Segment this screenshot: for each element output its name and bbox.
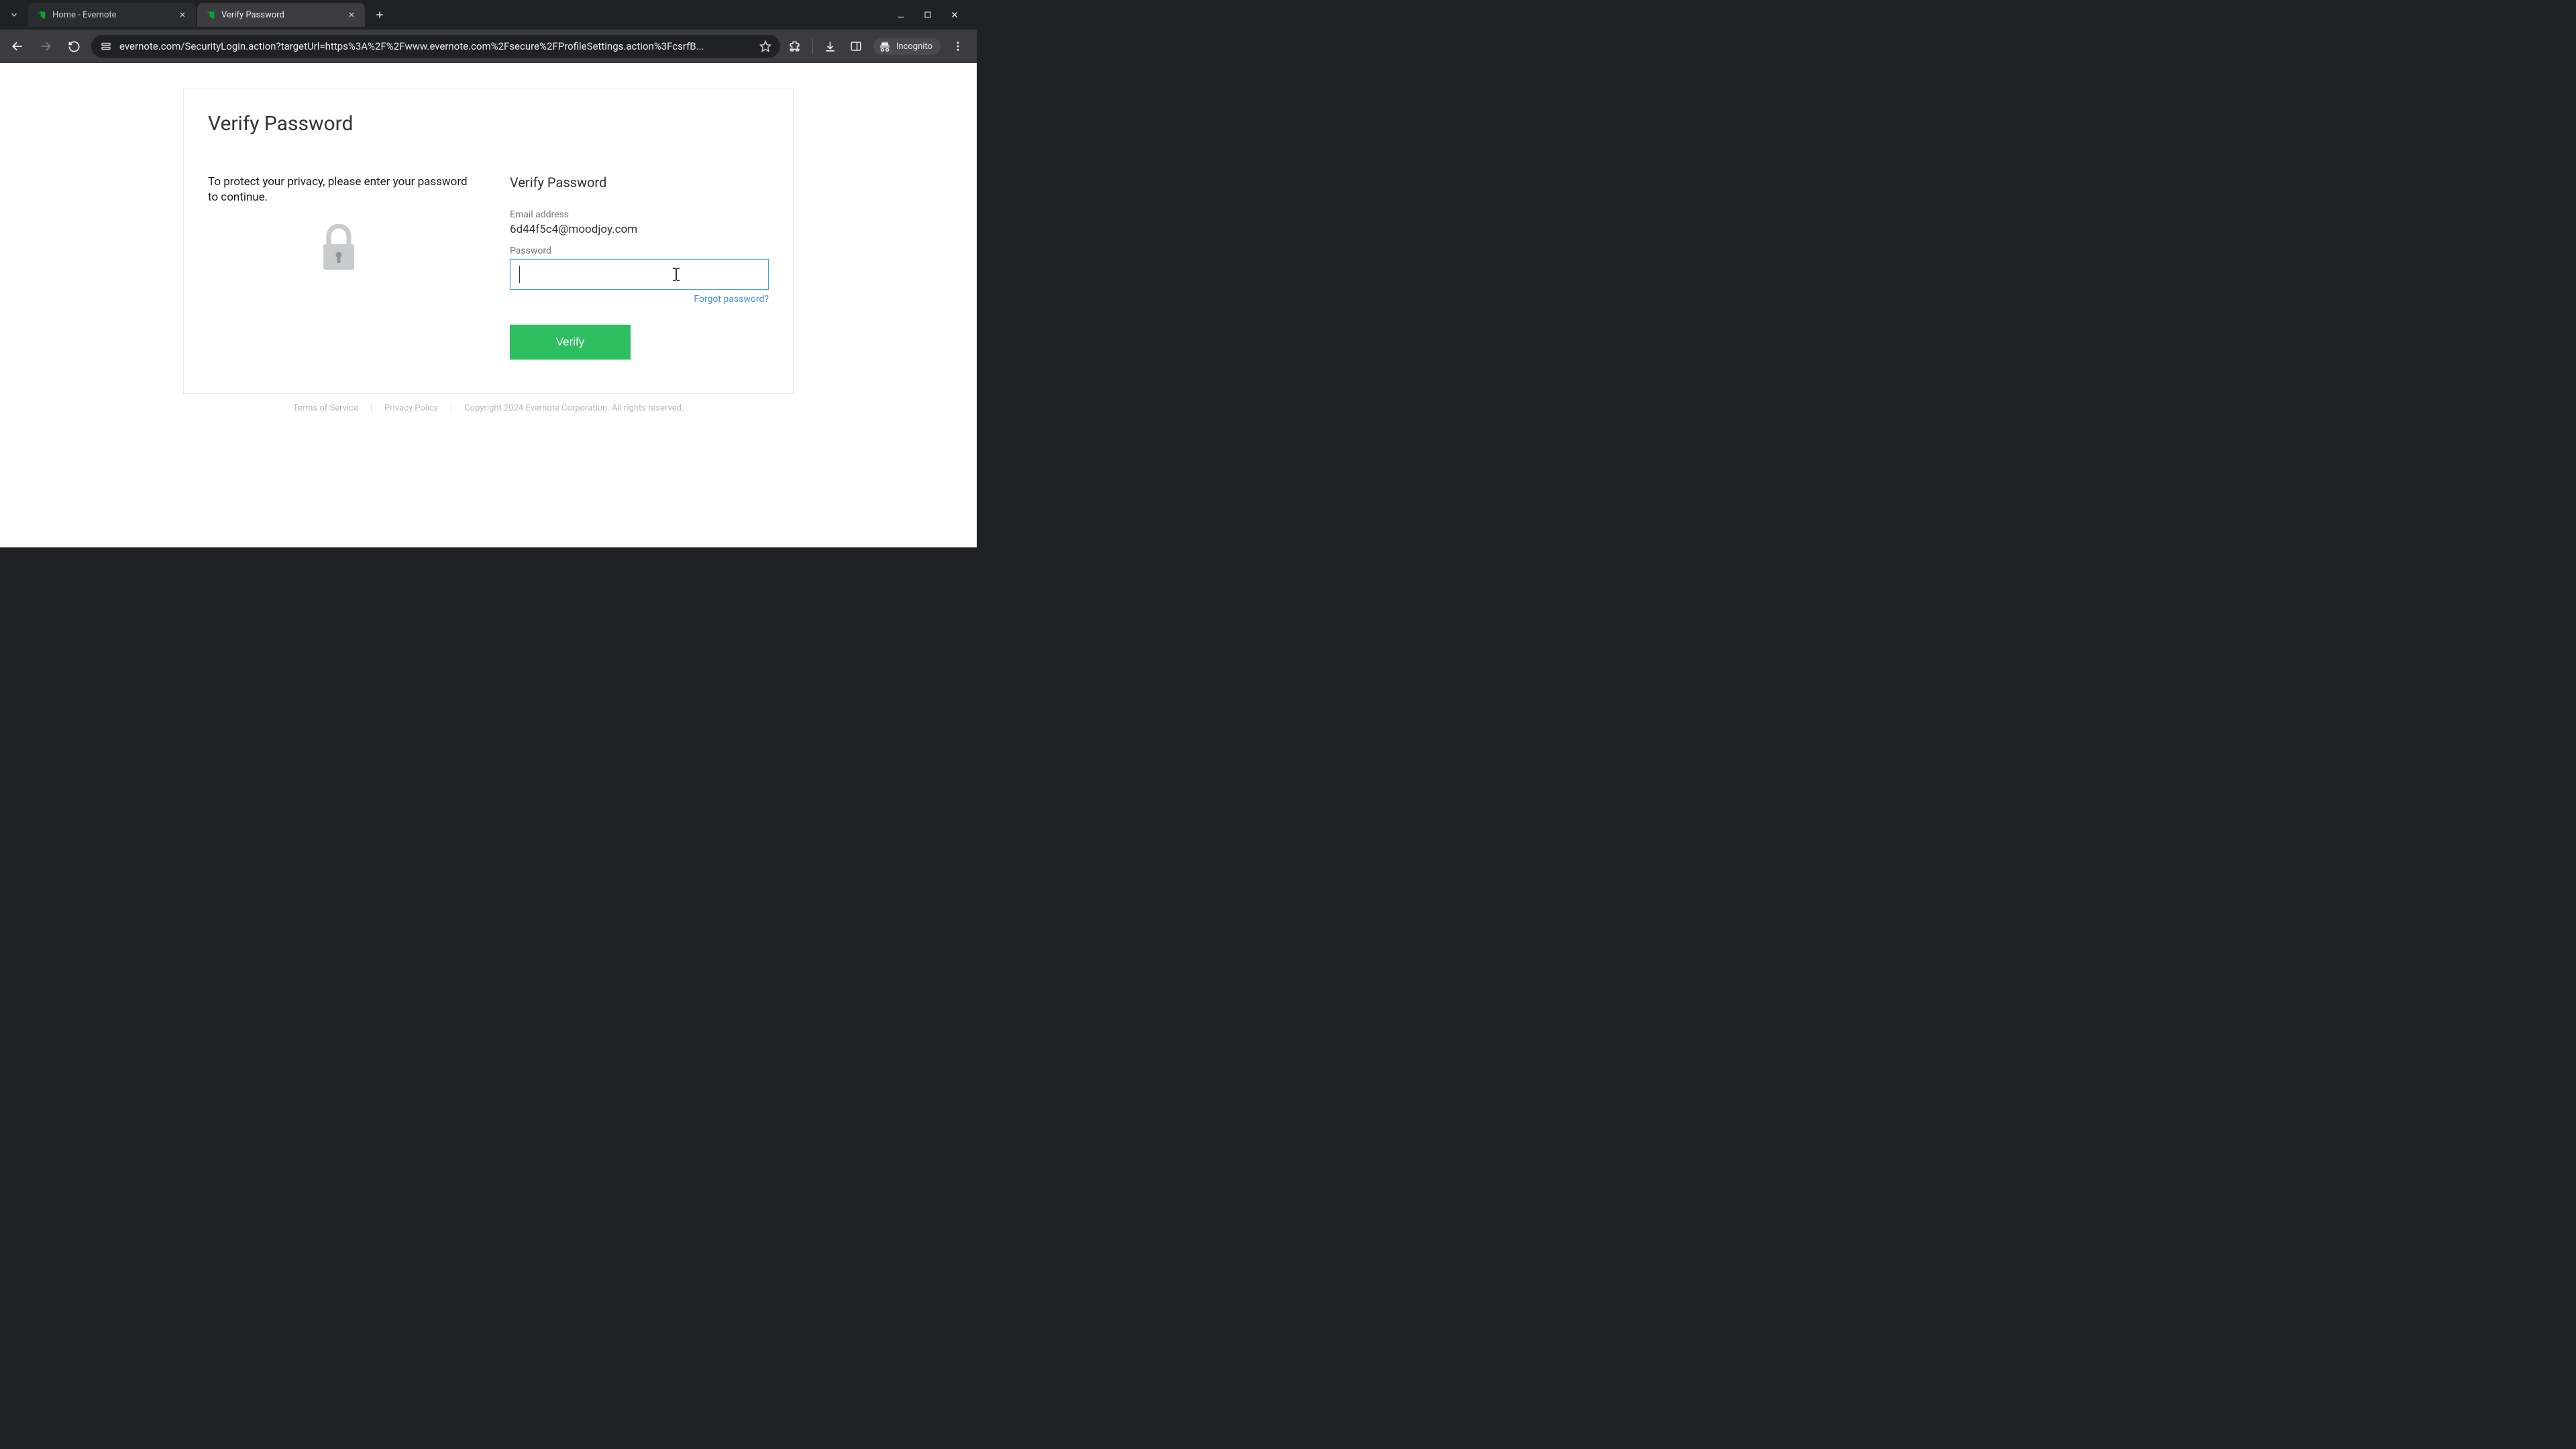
password-input[interactable] bbox=[510, 259, 769, 290]
page-viewport[interactable]: Verify Password To protect your privacy,… bbox=[0, 63, 977, 547]
close-window-button[interactable] bbox=[949, 9, 961, 21]
tab-title: Verify Password bbox=[221, 10, 341, 20]
close-icon[interactable] bbox=[177, 9, 188, 20]
divider bbox=[812, 39, 813, 54]
back-button[interactable] bbox=[7, 36, 28, 57]
verify-password-card: Verify Password To protect your privacy,… bbox=[183, 89, 794, 394]
tab-title: Home - Evernote bbox=[52, 10, 172, 20]
lock-icon bbox=[208, 219, 470, 272]
divider: | bbox=[370, 403, 372, 413]
forgot-password-link[interactable]: Forgot password? bbox=[510, 294, 769, 305]
privacy-link[interactable]: Privacy Policy bbox=[384, 403, 438, 413]
tab-strip: Home - Evernote Verify Password bbox=[0, 0, 977, 30]
url-text: evernote.com/SecurityLogin.action?target… bbox=[119, 40, 752, 52]
form-column: Verify Password Email address 6d44f5c4@m… bbox=[510, 174, 769, 360]
incognito-indicator[interactable]: Incognito bbox=[873, 38, 941, 55]
browser-chrome: Home - Evernote Verify Password bbox=[0, 0, 977, 63]
verify-button[interactable]: Verify bbox=[510, 325, 631, 360]
evernote-icon bbox=[205, 9, 216, 20]
page-footer: Terms of Service | Privacy Policy | Copy… bbox=[183, 403, 794, 413]
tab-home-evernote[interactable]: Home - Evernote bbox=[28, 3, 196, 27]
form-title: Verify Password bbox=[510, 174, 769, 191]
window-controls bbox=[895, 9, 973, 21]
menu-icon[interactable] bbox=[950, 38, 966, 54]
incognito-label: Incognito bbox=[896, 42, 932, 52]
intro-column: To protect your privacy, please enter yo… bbox=[208, 174, 470, 360]
text-caret bbox=[519, 266, 520, 283]
password-input-wrap bbox=[510, 259, 769, 290]
intro-text: To protect your privacy, please enter yo… bbox=[208, 174, 470, 205]
close-icon[interactable] bbox=[346, 9, 357, 20]
side-panel-icon[interactable] bbox=[848, 38, 864, 54]
email-value: 6d44f5c4@moodjoy.com bbox=[510, 223, 769, 236]
divider: | bbox=[450, 403, 452, 413]
incognito-icon bbox=[879, 40, 891, 52]
password-label: Password bbox=[510, 246, 769, 256]
forward-button[interactable] bbox=[35, 36, 56, 57]
minimize-button[interactable] bbox=[895, 9, 907, 21]
extensions-icon[interactable] bbox=[787, 38, 803, 54]
downloads-icon[interactable] bbox=[822, 38, 839, 54]
search-tabs-button[interactable] bbox=[4, 5, 24, 25]
tab-verify-password[interactable]: Verify Password bbox=[197, 3, 365, 27]
new-tab-button[interactable] bbox=[370, 5, 389, 24]
card-body: To protect your privacy, please enter yo… bbox=[208, 174, 769, 360]
maximize-button[interactable] bbox=[922, 9, 934, 21]
email-label: Email address bbox=[510, 209, 769, 220]
address-bar[interactable]: evernote.com/SecurityLogin.action?target… bbox=[91, 35, 780, 58]
toolbar-right: Incognito bbox=[787, 38, 970, 55]
evernote-icon bbox=[36, 9, 47, 20]
browser-toolbar: evernote.com/SecurityLogin.action?target… bbox=[0, 30, 977, 63]
copyright-text: Copyright 2024 Evernote Corporation. All… bbox=[464, 403, 684, 413]
site-info-icon[interactable] bbox=[99, 40, 113, 53]
bookmark-icon[interactable] bbox=[759, 40, 772, 52]
reload-button[interactable] bbox=[63, 36, 85, 57]
terms-link[interactable]: Terms of Service bbox=[293, 403, 358, 413]
page-title: Verify Password bbox=[208, 112, 769, 136]
